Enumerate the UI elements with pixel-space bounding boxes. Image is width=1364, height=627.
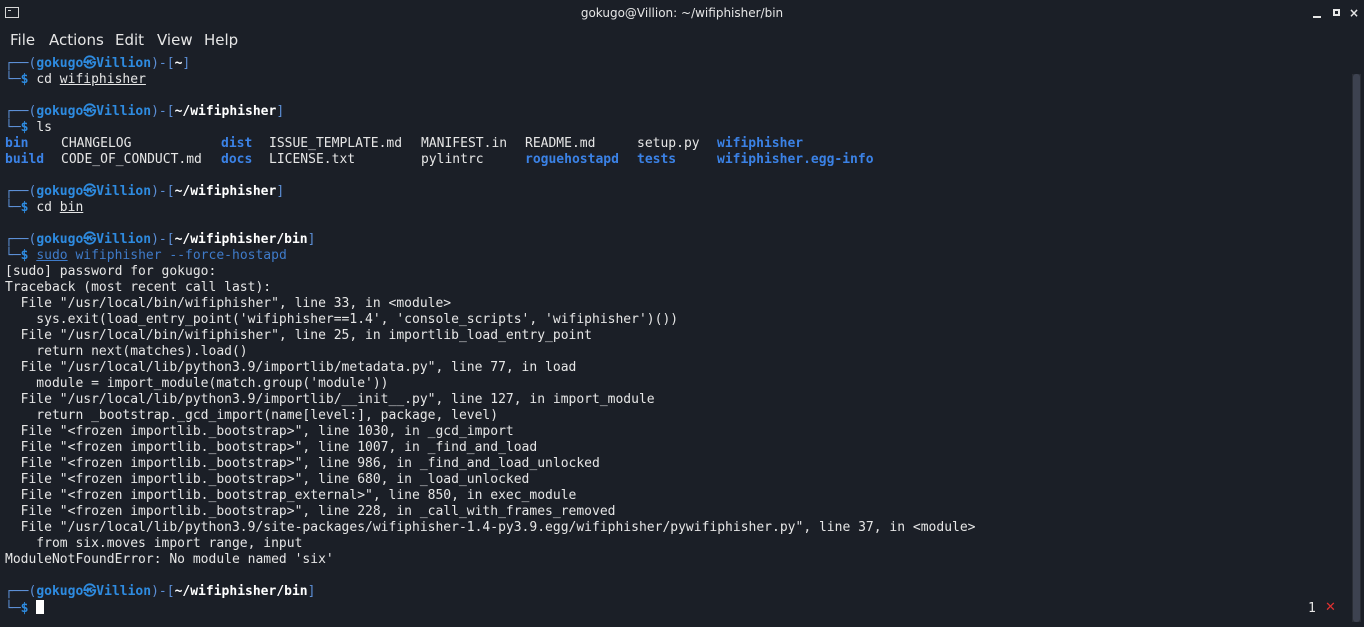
output-line: File "/usr/local/bin/wifiphisher", line …: [5, 296, 452, 311]
command-option: --force-hostapd: [169, 248, 287, 263]
prompt-header: ┌──(gokugo㉿Villion)-[~/wifiphisher]: [5, 104, 285, 119]
prompt-command: └─$ sudo wifiphisher --force-hostapd: [5, 248, 287, 263]
ls-entry: roguehostapd: [525, 152, 619, 167]
prompt-command: └─$ cd bin: [5, 200, 84, 215]
output-line: [sudo] password for gokugo:: [5, 264, 217, 279]
prompt-header: ┌──(gokugo㉿Villion)-[~]: [5, 56, 191, 71]
output-line: File "/usr/local/lib/python3.9/importlib…: [5, 360, 577, 375]
menu-file[interactable]: File: [10, 31, 35, 49]
ls-entry: docs: [221, 152, 253, 167]
prompt-host: Villion: [96, 104, 152, 119]
command-name: sudo: [36, 248, 68, 263]
prompt-path: ~/wifiphisher: [174, 184, 277, 199]
maximize-button[interactable]: [1328, 5, 1344, 21]
maximize-icon: [1332, 9, 1340, 16]
output-line: ModuleNotFoundError: No module named 'si…: [5, 552, 334, 567]
ls-entry: LICENSE.txt: [269, 152, 356, 167]
ls-entry: CODE_OF_CONDUCT.md: [61, 152, 202, 167]
output-line: sys.exit(load_entry_point('wifiphisher==…: [5, 312, 679, 327]
prompt-command: └─$ cd wifiphisher: [5, 72, 146, 87]
prompt-path: ~/wifiphisher/bin: [174, 584, 308, 599]
output-line: File "/usr/local/lib/python3.9/site-pack…: [5, 520, 976, 535]
scrollbar[interactable]: [1352, 74, 1361, 622]
ls-entry: MANIFEST.in: [421, 136, 508, 151]
prompt-path: ~/wifiphisher/bin: [174, 232, 308, 247]
close-button[interactable]: ×: [1346, 5, 1362, 21]
command-arg: wifiphisher: [59, 72, 146, 87]
prompt-command: └─$ ls: [5, 120, 52, 135]
ls-entry: wifiphisher.egg-info: [717, 152, 874, 167]
ls-entry: wifiphisher: [717, 136, 804, 151]
output-line: File "<frozen importlib._bootstrap_exter…: [5, 488, 577, 503]
prompt-header: ┌──(gokugo㉿Villion)-[~/wifiphisher/bin]: [5, 232, 316, 247]
minimize-button[interactable]: [1309, 5, 1325, 21]
ls-entry: CHANGELOG: [61, 136, 132, 151]
title-bar: gokugo@Villion: ~/wifiphisher/bin ×: [0, 0, 1364, 28]
prompt-path: ~/wifiphisher: [174, 104, 277, 119]
ls-entry: README.md: [525, 136, 596, 151]
output-line: File "/usr/local/bin/wifiphisher", line …: [5, 328, 592, 343]
prompt-command[interactable]: └─$: [5, 600, 45, 616]
output-line: return next(matches).load(): [5, 344, 248, 359]
output-line: File "/usr/local/lib/python3.9/importlib…: [5, 392, 655, 407]
ls-entry: tests: [637, 152, 677, 167]
output-line: File "<frozen importlib._bootstrap>", li…: [5, 440, 538, 455]
status-exit-count: 1: [1308, 601, 1316, 616]
scrollbar-thumb[interactable]: [1353, 74, 1360, 622]
command-arg: bin: [59, 200, 84, 215]
error-status-icon: ✕: [1325, 600, 1336, 615]
ls-entry: pylintrc: [421, 152, 484, 167]
ls-entry: ISSUE_TEMPLATE.md: [269, 136, 403, 151]
menu-edit[interactable]: Edit: [115, 31, 144, 49]
close-icon: ×: [1348, 6, 1360, 20]
window-title: gokugo@Villion: ~/wifiphisher/bin: [580, 6, 784, 20]
command-name: cd: [36, 200, 52, 215]
prompt-user: gokugo: [36, 232, 84, 247]
prompt-header: ┌──(gokugo㉿Villion)-[~/wifiphisher/bin]: [5, 584, 316, 599]
ls-entry: dist: [221, 136, 253, 151]
menu-bar: File Actions Edit View Help: [0, 28, 1364, 52]
prompt-user: gokugo: [36, 184, 84, 199]
ls-entry: bin: [5, 136, 29, 151]
prompt-header: ┌──(gokugo㉿Villion)-[~/wifiphisher]: [5, 184, 285, 199]
menu-view[interactable]: View: [157, 31, 193, 49]
ls-entry: setup.py: [637, 136, 700, 151]
output-line: return _bootstrap._gcd_import(name[level…: [5, 408, 499, 423]
terminal-output[interactable]: ┌──(gokugo㉿Villion)-[~] └─$ cd wifiphish…: [5, 56, 1339, 626]
output-line: File "<frozen importlib._bootstrap>", li…: [5, 456, 600, 471]
prompt-host: Villion: [96, 184, 152, 199]
command-arg: wifiphisher: [75, 248, 162, 263]
prompt-user: gokugo: [36, 584, 84, 599]
prompt-user: gokugo: [36, 56, 84, 71]
output-line: from six.moves import range, input: [5, 536, 303, 551]
command-name: cd: [36, 72, 52, 87]
menu-help[interactable]: Help: [204, 31, 238, 49]
prompt-user: gokugo: [36, 104, 84, 119]
terminal-window: gokugo@Villion: ~/wifiphisher/bin × File…: [0, 0, 1364, 627]
output-line: File "<frozen importlib._bootstrap>", li…: [5, 504, 616, 519]
ls-entry: build: [5, 152, 45, 167]
output-line: Traceback (most recent call last):: [5, 280, 272, 295]
command-name: ls: [36, 120, 52, 135]
text-cursor: [36, 600, 45, 614]
prompt-host: Villion: [96, 584, 152, 599]
prompt-host: Villion: [96, 56, 152, 71]
minimize-icon: [1313, 15, 1321, 18]
output-line: File "<frozen importlib._bootstrap>", li…: [5, 472, 530, 487]
prompt-host: Villion: [96, 232, 152, 247]
menu-actions[interactable]: Actions: [49, 31, 104, 49]
output-line: File "<frozen importlib._bootstrap>", li…: [5, 424, 514, 439]
output-line: module = import_module(match.group('modu…: [5, 376, 389, 391]
